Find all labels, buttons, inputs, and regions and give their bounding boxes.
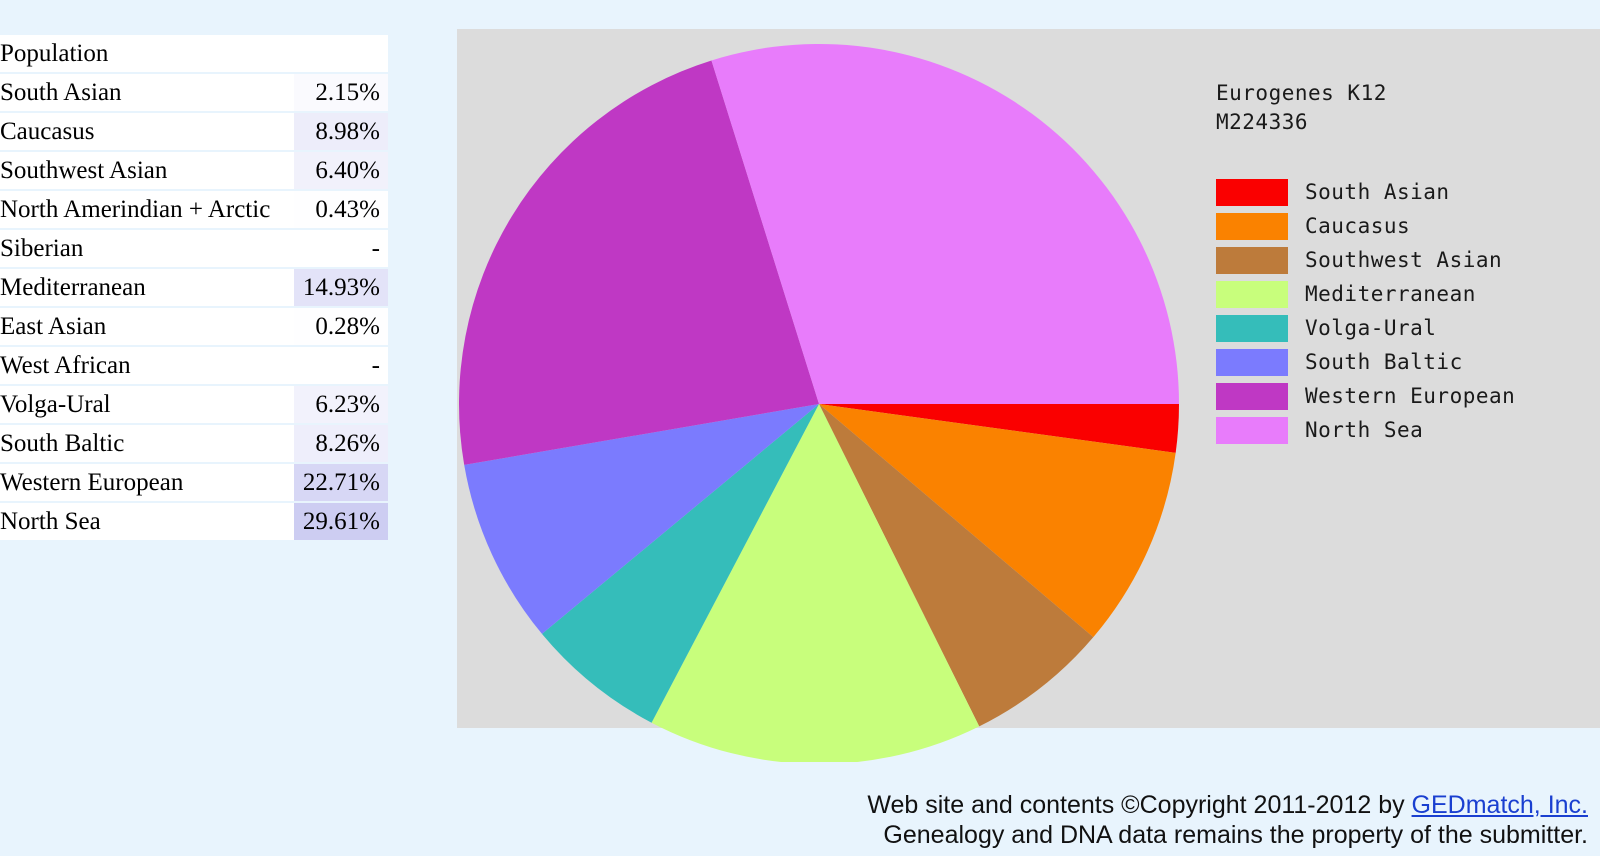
legend-item: Volga-Ural: [1216, 311, 1596, 345]
population-percent-cell: 2.15%: [293, 74, 388, 111]
population-percent-cell: -: [293, 347, 388, 384]
population-name-cell: Southwest Asian: [0, 152, 294, 189]
population-percent-cell: 6.40%: [293, 152, 388, 189]
table-row: South Asian 2.15%: [0, 74, 388, 111]
population-name-cell: Caucasus: [0, 113, 294, 150]
legend-item-label: Volga-Ural: [1305, 315, 1437, 340]
legend-item-label: South Asian: [1305, 179, 1450, 204]
legend-item: Mediterranean: [1216, 277, 1596, 311]
legend-color-swatch: [1216, 178, 1288, 206]
legend-item: South Asian: [1216, 175, 1596, 209]
chart-panel: Eurogenes K12 M224336 South Asian Caucasu…: [457, 29, 1600, 762]
pie-chart-svg: [459, 44, 1179, 762]
pie-chart: [457, 29, 1197, 762]
legend-color-swatch: [1216, 382, 1288, 410]
population-name-cell: Mediterranean: [0, 269, 294, 306]
chart-legend: Eurogenes K12 M224336 South Asian Caucasu…: [1216, 79, 1596, 447]
footer: Web site and contents ©Copyright 2011-20…: [0, 790, 1588, 850]
table-row: North Sea 29.61%: [0, 503, 388, 540]
population-percent-cell: 0.43%: [293, 191, 388, 228]
legend-color-swatch: [1216, 212, 1288, 240]
legend-items: South Asian Caucasus Southwest Asian Medite…: [1216, 175, 1596, 447]
legend-item-label: North Sea: [1305, 417, 1424, 442]
legend-item: Southwest Asian: [1216, 243, 1596, 277]
legend-color-swatch: [1216, 416, 1288, 444]
population-name-cell: Volga-Ural: [0, 386, 294, 423]
population-percent-cell: 14.93%: [293, 269, 388, 306]
column-header-value: [293, 35, 388, 72]
population-name-cell: South Asian: [0, 74, 294, 111]
table-row: East Asian 0.28%: [0, 308, 388, 345]
population-name-cell: North Amerindian + Arctic: [0, 191, 294, 228]
legend-kit-id: M224336: [1216, 110, 1309, 134]
legend-title: Eurogenes K12: [1216, 81, 1387, 105]
legend-color-swatch: [1216, 314, 1288, 342]
legend-item: South Baltic: [1216, 345, 1596, 379]
table-row: West African -: [0, 347, 388, 384]
table-header-row: Population: [0, 35, 388, 72]
population-percent-cell: 6.23%: [293, 386, 388, 423]
population-percent-cell: 8.26%: [293, 425, 388, 462]
table-row: Southwest Asian 6.40%: [0, 152, 388, 189]
table-row: Volga-Ural 6.23%: [0, 386, 388, 423]
legend-item: North Sea: [1216, 413, 1596, 447]
footer-disclaimer-line: Genealogy and DNA data remains the prope…: [883, 821, 1588, 849]
population-percent-cell: 29.61%: [293, 503, 388, 540]
population-percent-cell: 0.28%: [293, 308, 388, 345]
table-row: Caucasus 8.98%: [0, 113, 388, 150]
population-name-cell: Siberian: [0, 230, 294, 267]
population-name-cell: West African: [0, 347, 294, 384]
legend-color-swatch: [1216, 348, 1288, 376]
legend-color-swatch: [1216, 246, 1288, 274]
population-percent-cell: 22.71%: [293, 464, 388, 501]
admixture-results-table: Population South Asian 2.15% Caucasus 8.98% S…: [0, 33, 388, 542]
population-name-cell: North Sea: [0, 503, 294, 540]
legend-color-swatch: [1216, 280, 1288, 308]
population-name-cell: Western European: [0, 464, 294, 501]
legend-item: Western European: [1216, 379, 1596, 413]
table-row: North Amerindian + Arctic 0.43%: [0, 191, 388, 228]
population-percent-cell: -: [293, 230, 388, 267]
legend-item-label: Caucasus: [1305, 213, 1411, 238]
population-percent-cell: 8.98%: [293, 113, 388, 150]
gedmatch-link[interactable]: GEDmatch, Inc.: [1412, 791, 1588, 819]
column-header-population: Population: [0, 35, 294, 72]
legend-item-label: Southwest Asian: [1305, 247, 1503, 272]
footer-copyright-text: Web site and contents ©Copyright 2011-20…: [867, 791, 1412, 819]
population-name-cell: South Baltic: [0, 425, 294, 462]
legend-item-label: South Baltic: [1305, 349, 1463, 374]
legend-item: Caucasus: [1216, 209, 1596, 243]
legend-item-label: Mediterranean: [1305, 281, 1476, 306]
table-row: Western European 22.71%: [0, 464, 388, 501]
table-row: Siberian -: [0, 230, 388, 267]
footer-copyright-line: Web site and contents ©Copyright 2011-20…: [0, 790, 1588, 820]
population-name-cell: East Asian: [0, 308, 294, 345]
table-row: South Baltic 8.26%: [0, 425, 388, 462]
legend-item-label: Western European: [1305, 383, 1516, 408]
table-row: Mediterranean 14.93%: [0, 269, 388, 306]
